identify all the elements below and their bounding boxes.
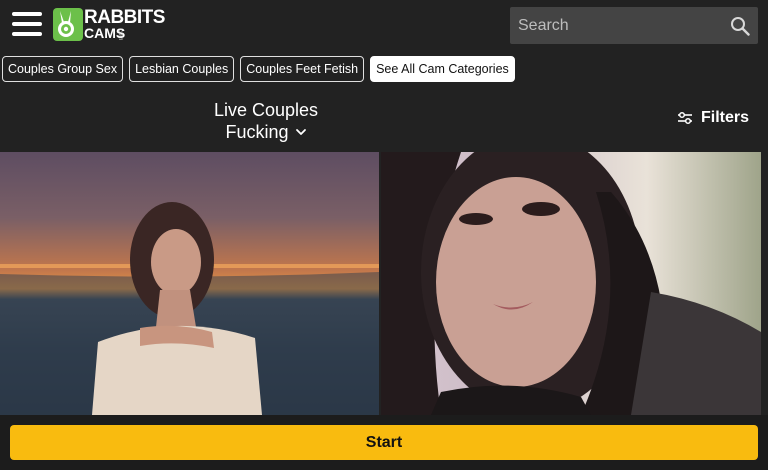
logo-text-suffix: com: [117, 29, 123, 41]
performer-photo: [381, 152, 761, 415]
sliders-icon: [678, 111, 692, 125]
see-all-categories-button[interactable]: See All Cam Categories: [370, 56, 515, 82]
page-title-line1: Live Couples: [213, 100, 319, 120]
category-chip-couples-group-sex[interactable]: Couples Group Sex: [2, 56, 124, 82]
page-title-line2: Fucking: [225, 122, 289, 142]
site-logo[interactable]: RABBITS CAMS com: [53, 8, 165, 42]
header: RABBITS CAMS com: [0, 0, 768, 50]
search-box: [510, 7, 758, 44]
cam-tile[interactable]: [0, 152, 379, 415]
category-chips: Couples Group Sex Lesbian Couples Couple…: [2, 56, 515, 82]
category-chip-couples-feet-fetish[interactable]: Couples Feet Fetish: [240, 56, 365, 82]
filters-button[interactable]: Filters: [677, 108, 749, 128]
performer-photo: [0, 202, 379, 415]
hamburger-menu-icon[interactable]: [12, 11, 42, 37]
start-button[interactable]: Start: [10, 425, 758, 460]
category-chip-lesbian-couples[interactable]: Lesbian Couples: [129, 56, 235, 82]
page-title-dropdown[interactable]: Fucking: [225, 121, 306, 143]
page-title: Live Couples Fucking: [166, 99, 366, 143]
cam-tile[interactable]: [381, 152, 761, 415]
rabbit-logo-icon: [53, 8, 83, 41]
search-input[interactable]: [510, 7, 725, 44]
chevron-down-icon: [295, 129, 306, 135]
filters-label: Filters: [701, 109, 750, 126]
search-icon[interactable]: [730, 16, 750, 36]
page: RABBITS CAMS com Couples Group Sex Lesbi…: [0, 0, 768, 470]
